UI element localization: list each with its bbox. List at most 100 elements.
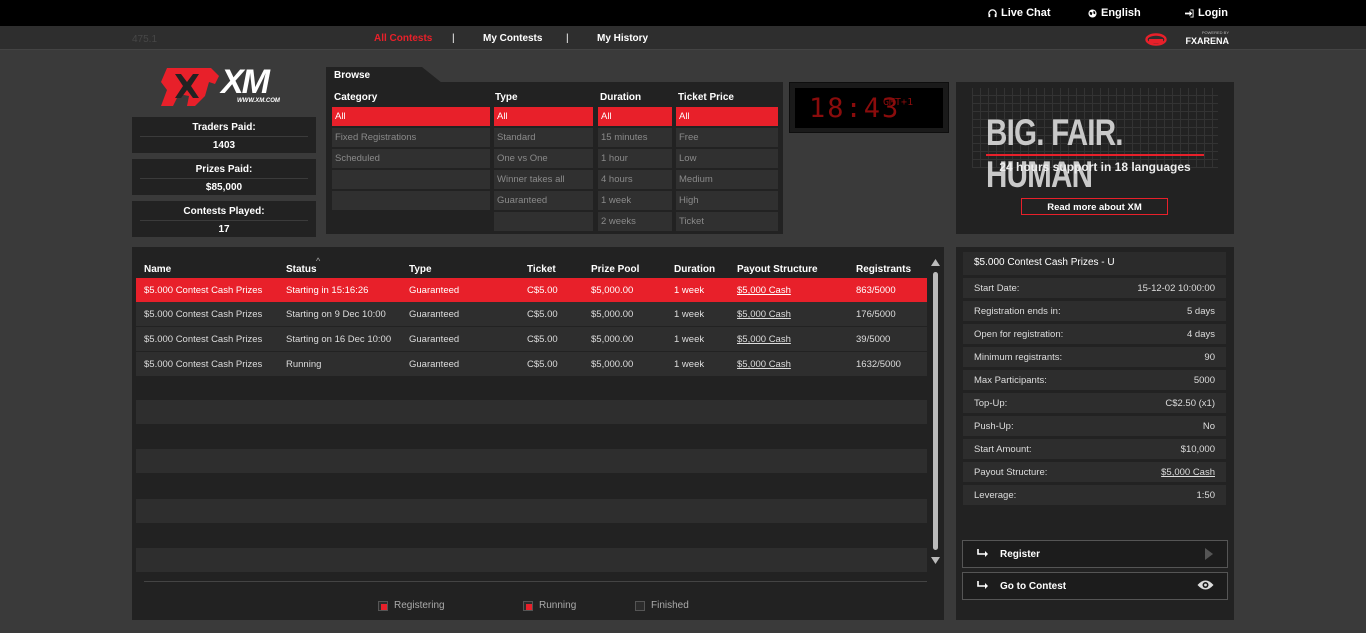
nav-separator: | — [566, 33, 569, 44]
play-icon — [1205, 548, 1213, 560]
filter-option[interactable]: Standard — [494, 128, 593, 147]
ad-divider — [986, 154, 1204, 156]
col-header-duration[interactable]: Duration — [674, 264, 715, 275]
scroll-up-icon[interactable] — [931, 258, 940, 267]
filter-header-duration: Duration — [600, 92, 642, 103]
tab-all-contests[interactable]: All Contests — [374, 33, 432, 44]
globe-icon — [1088, 8, 1097, 18]
filter-option[interactable]: Ticket — [676, 212, 778, 231]
detail-key: Minimum registrants: — [974, 352, 1063, 363]
eye-icon — [1197, 580, 1214, 590]
scroll-down-icon[interactable] — [931, 556, 940, 565]
detail-key: Start Date: — [974, 283, 1020, 294]
col-header-prize-pool[interactable]: Prize Pool — [591, 264, 639, 275]
stat-value: 1403 — [212, 140, 236, 151]
legend-registering: Registering — [378, 600, 445, 611]
cell-payout[interactable]: $5,000 Cash — [737, 285, 791, 296]
cell-payout[interactable]: $5,000 Cash — [737, 334, 791, 345]
stat-prizes-paid: Prizes Paid: $85,000 — [132, 159, 316, 195]
filter-option[interactable]: Medium — [676, 170, 778, 189]
filter-option[interactable]: Winner takes all — [494, 170, 593, 189]
filter-option[interactable]: Low — [676, 149, 778, 168]
empty-row — [136, 449, 927, 473]
filter-option[interactable]: 1 hour — [598, 149, 672, 168]
filter-option[interactable]: All — [676, 107, 778, 126]
xm-bull-icon — [161, 68, 219, 106]
detail-row: Registration ends in: 5 days — [963, 301, 1226, 321]
filter-option[interactable]: 15 minutes — [598, 128, 672, 147]
detail-value: 15-12-02 10:00:00 — [1137, 283, 1215, 294]
col-header-registrants[interactable]: Registrants — [856, 264, 911, 275]
xm-logo-text: XM — [221, 63, 270, 101]
detail-row: Start Amount: $10,000 — [963, 439, 1226, 459]
tab-my-contests[interactable]: My Contests — [483, 33, 542, 44]
fxarena-ring-icon — [1145, 33, 1167, 46]
login-link[interactable]: Login — [1185, 7, 1228, 19]
cell-type: Guaranteed — [409, 309, 460, 320]
detail-key: Start Amount: — [974, 444, 1032, 455]
cell-type: Guaranteed — [409, 359, 460, 370]
browse-tab: Browse — [326, 67, 442, 83]
cell-name: $5.000 Contest Cash Prizes — [144, 334, 263, 345]
cell-payout[interactable]: $5,000 Cash — [737, 309, 791, 320]
table-row[interactable]: $5.000 Contest Cash Prizes Starting on 16… — [136, 327, 927, 351]
cell-prize: $5,000.00 — [591, 309, 634, 320]
cell-status: Starting in 15:16:26 — [286, 285, 369, 296]
fxarena-logo: POWERED BY FXARENA — [1145, 30, 1229, 47]
table-scrollbar[interactable] — [931, 258, 940, 568]
filter-option[interactable]: Fixed Registrations — [332, 128, 490, 147]
cell-payout[interactable]: $5,000 Cash — [737, 359, 791, 370]
filter-option[interactable]: Free — [676, 128, 778, 147]
filter-option — [494, 212, 593, 231]
col-header-name[interactable]: Name — [144, 264, 171, 275]
table-row[interactable]: $5.000 Contest Cash Prizes Starting in 15… — [136, 278, 927, 302]
table-row[interactable]: $5.000 Contest Cash Prizes Starting on 9 … — [136, 302, 927, 326]
filter-option[interactable]: 4 hours — [598, 170, 672, 189]
powered-by-label: POWERED BY — [1201, 30, 1229, 35]
filter-option[interactable]: All — [494, 107, 593, 126]
detail-value: 1:50 — [1196, 490, 1216, 501]
stat-contests-played: Contests Played: 17 — [132, 201, 316, 237]
table-footer-divider — [144, 581, 927, 582]
stat-value: $85,000 — [205, 182, 243, 193]
table-row[interactable]: $5.000 Contest Cash Prizes Running Guarant… — [136, 352, 927, 376]
cell-prize: $5,000.00 — [591, 334, 634, 345]
detail-key: Leverage: — [974, 490, 1017, 501]
legend-registering-swatch — [378, 600, 388, 611]
xm-logo[interactable]: XM WWW.XM.COM — [159, 63, 291, 108]
col-header-ticket[interactable]: Ticket — [527, 264, 556, 275]
detail-key: Top-Up: — [974, 398, 1008, 409]
detail-key: Push-Up: — [974, 421, 1014, 432]
col-header-payout[interactable]: Payout Structure — [737, 264, 818, 275]
filter-option[interactable]: One vs One — [494, 149, 593, 168]
language-select[interactable]: English — [1088, 7, 1141, 19]
cell-ticket: C$5.00 — [527, 285, 558, 296]
filter-option[interactable]: 1 week — [598, 191, 672, 210]
filter-option — [332, 170, 490, 189]
filter-option[interactable]: Guaranteed — [494, 191, 593, 210]
register-button[interactable]: Register — [962, 540, 1228, 568]
detail-value[interactable]: $5,000 Cash — [1161, 467, 1215, 478]
cell-prize: $5,000.00 — [591, 285, 634, 296]
go-to-contest-button[interactable]: Go to Contest — [962, 572, 1228, 600]
filter-option[interactable]: 2 weeks — [598, 212, 672, 231]
detail-value: 5 days — [1187, 306, 1215, 317]
filter-option — [332, 191, 490, 210]
headset-icon — [988, 8, 997, 17]
live-chat-link[interactable]: Live Chat — [988, 7, 1051, 19]
scroll-thumb[interactable] — [933, 272, 938, 550]
filter-option[interactable]: High — [676, 191, 778, 210]
legend-finished: Finished — [635, 600, 689, 611]
filter-option[interactable]: All — [332, 107, 490, 126]
tab-my-history[interactable]: My History — [597, 33, 648, 44]
read-more-button[interactable]: Read more about XM — [1021, 198, 1168, 215]
cell-ticket: C$5.00 — [527, 359, 558, 370]
filter-option[interactable]: All — [598, 107, 672, 126]
filter-option[interactable]: Scheduled — [332, 149, 490, 168]
filter-header-type: Type — [495, 92, 518, 103]
sort-ascending-icon[interactable]: ^ — [316, 256, 320, 266]
contests-table-panel: Name Status ^ Type Ticket Prize Pool Dur… — [132, 247, 944, 620]
col-header-status[interactable]: Status — [286, 264, 317, 275]
live-chat-label: Live Chat — [1001, 7, 1051, 19]
col-header-type[interactable]: Type — [409, 264, 432, 275]
